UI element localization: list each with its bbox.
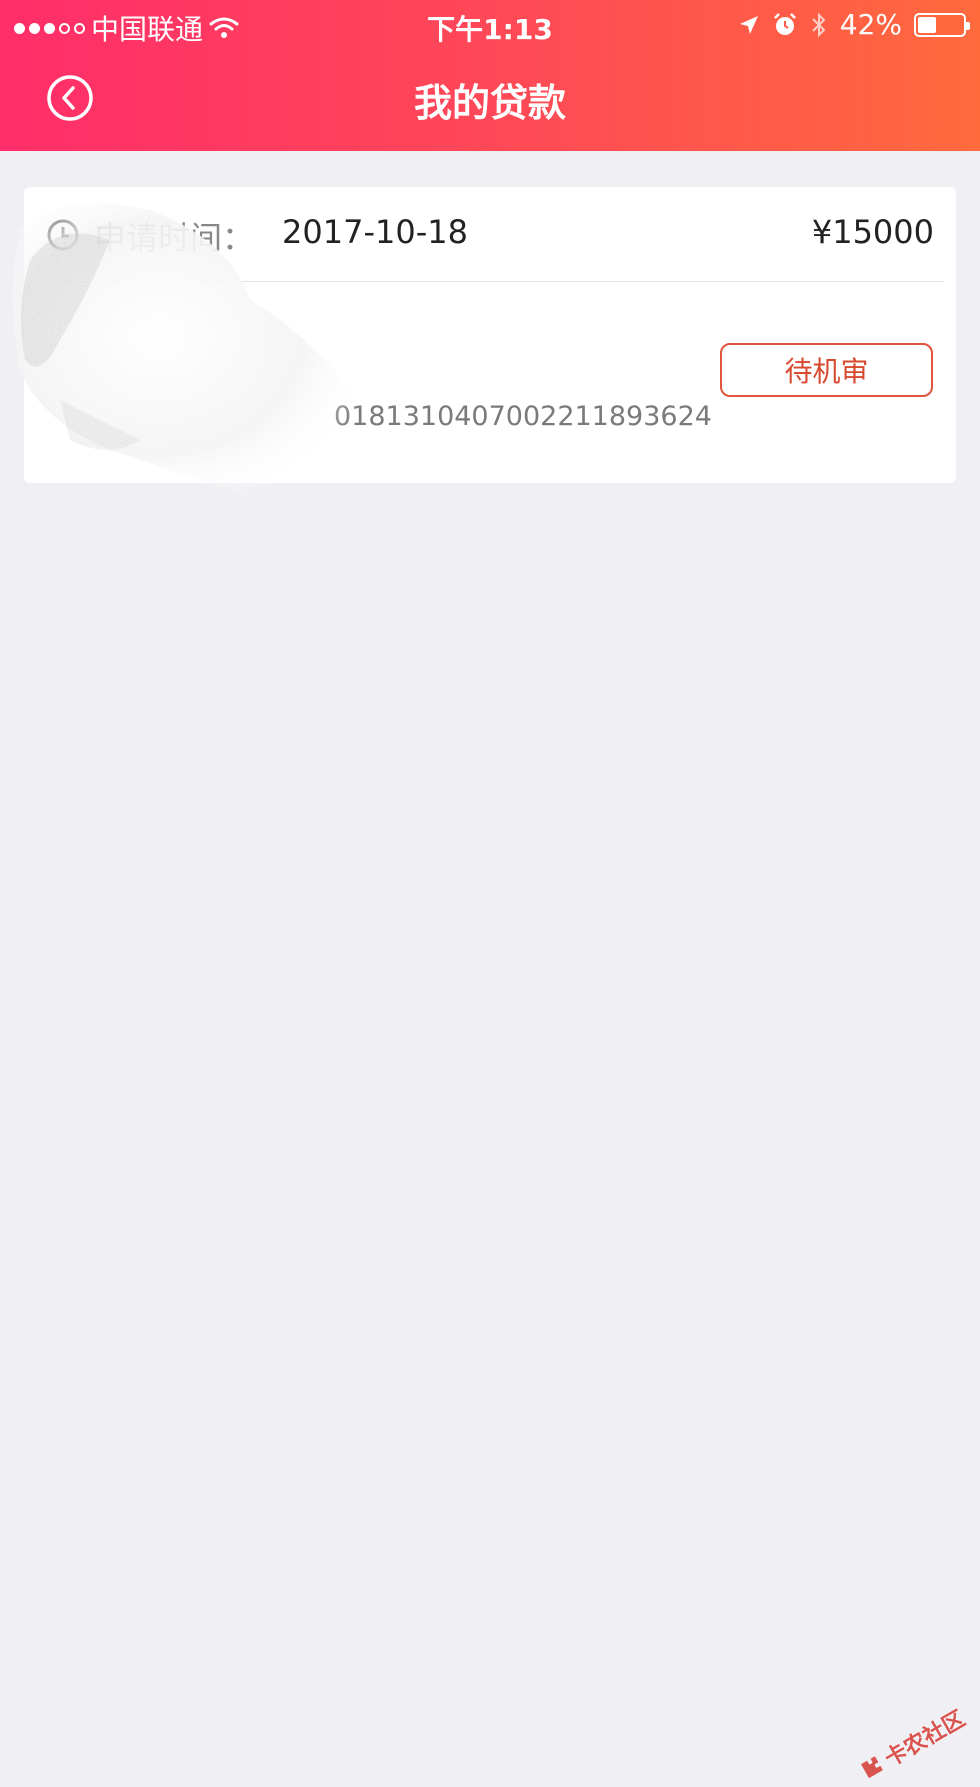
loan-amount: ¥15000 [811,213,934,251]
page-title: 我的贷款 [413,81,566,125]
watermark-text: 卡农社区 [880,1706,970,1773]
apply-date: 2017-10-18 [282,213,468,251]
loan-card[interactable]: 申请时间： 2017-10-18 ¥15000 待机审 018131040700… [24,187,956,483]
loan-status-button[interactable]: 待机审 [720,343,933,397]
battery-icon [914,12,970,37]
battery-percent: 42% [839,8,902,41]
bluetooth-icon [812,12,826,37]
status-right: 42% [738,8,970,41]
order-number: 0181310407002211893624 [334,401,712,432]
alarm-icon [773,12,796,35]
location-arrow-icon [739,15,758,34]
clock-icon [47,219,79,251]
loan-card-header: 申请时间： 2017-10-18 ¥15000 [24,187,956,281]
divider [48,281,944,282]
app-header: 中国联通 下午1:13 42% 我的贷款 [0,0,980,151]
status-bar: 中国联通 下午1:13 42% [0,0,980,50]
apply-time-label: 申请时间： [94,219,255,257]
watermark: 卡农社区 [854,1701,970,1787]
